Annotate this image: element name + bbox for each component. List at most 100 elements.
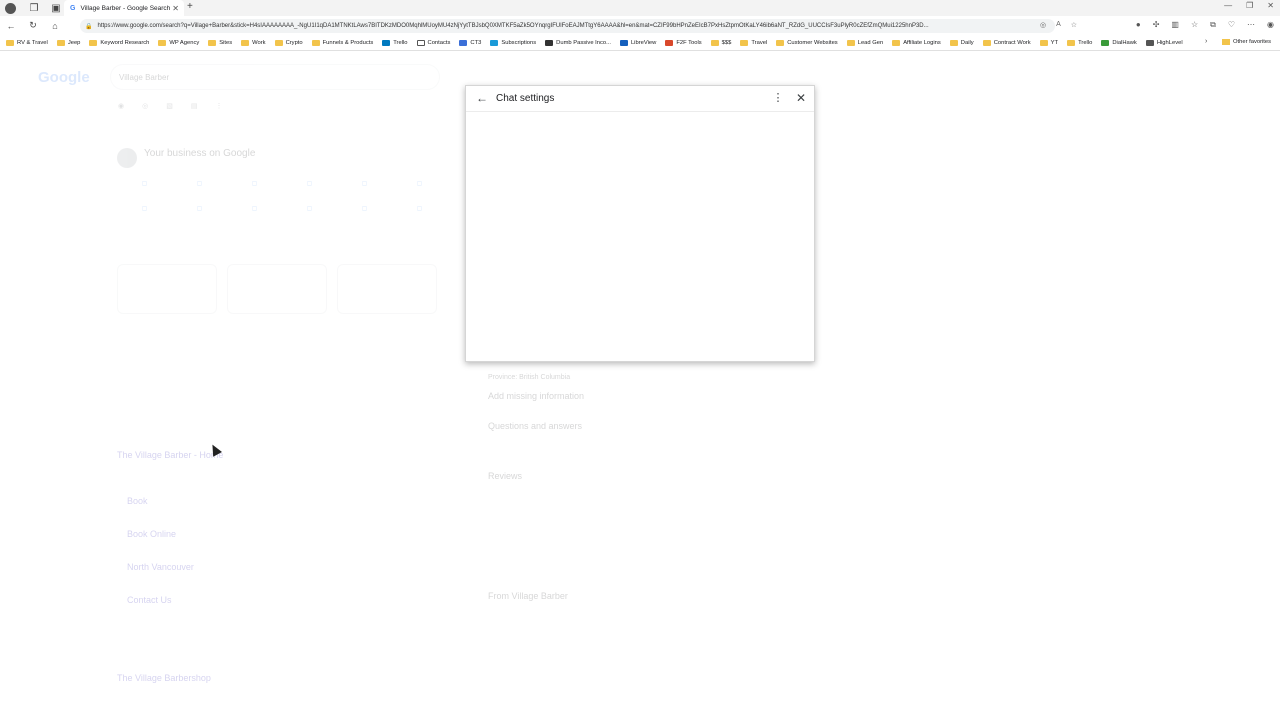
action-icon[interactable]: ▢ xyxy=(227,180,282,187)
sitelink[interactable]: Book Online xyxy=(127,529,176,539)
other-favorites[interactable]: Other favorites xyxy=(1222,39,1271,45)
action-icon[interactable]: ▢ xyxy=(337,205,392,212)
bookmark-item[interactable]: DialHawk xyxy=(1101,39,1137,46)
action-icon[interactable]: ▢ xyxy=(227,205,282,212)
new-tab-icon[interactable]: + xyxy=(187,1,193,12)
location-icon[interactable]: ◎ xyxy=(1040,21,1046,29)
action-icon[interactable]: ▢ xyxy=(392,205,447,212)
bookmark-item[interactable]: Crypto xyxy=(274,39,303,46)
bookmarks-bar: RV & Travel Jeep Keyword Research WP Age… xyxy=(0,35,1280,51)
bookmark-item[interactable]: Subscriptions xyxy=(490,39,536,46)
bookmark-item[interactable]: LibreView xyxy=(619,39,657,46)
favorite-star-icon[interactable]: ☆ xyxy=(1071,21,1077,29)
bookmark-item[interactable]: Travel xyxy=(740,39,767,46)
panel-heading: From Village Barber xyxy=(488,591,568,601)
folder-icon xyxy=(311,39,320,46)
result-title[interactable]: The Village Barbershop xyxy=(117,673,211,683)
bookmark-item[interactable]: WP Agency xyxy=(158,39,200,46)
action-icon[interactable]: ▢ xyxy=(172,180,227,187)
close-window-icon[interactable]: ✕ xyxy=(1267,1,1274,10)
refresh-icon[interactable]: ↻ xyxy=(22,20,44,31)
bookmark-item[interactable]: Customer Websites xyxy=(776,39,838,46)
sitelink[interactable]: North Vancouver xyxy=(127,562,194,572)
extensions-puzzle-icon[interactable]: ✣ xyxy=(1153,20,1160,30)
bookmark-item[interactable]: $$$ xyxy=(710,39,731,46)
sitelink[interactable]: Book xyxy=(127,496,148,506)
favorites-icon[interactable]: ☆ xyxy=(1191,20,1198,30)
copilot-icon[interactable]: ◉ xyxy=(1267,20,1274,30)
bookmark-item[interactable]: RV & Travel xyxy=(6,39,48,46)
action-icon[interactable]: ▢ xyxy=(337,180,392,187)
bookmark-item[interactable]: Daily xyxy=(949,39,974,46)
business-card[interactable] xyxy=(227,264,327,314)
close-icon[interactable]: ✕ xyxy=(794,91,808,105)
google-logo[interactable]: Google xyxy=(38,69,90,86)
folder-icon xyxy=(1067,39,1076,46)
action-icon[interactable]: ▢ xyxy=(282,180,337,187)
tab-all-icon[interactable]: ◉ xyxy=(118,102,124,110)
action-icon[interactable]: ▢ xyxy=(282,205,337,212)
bookmark-item[interactable]: Sites xyxy=(208,39,232,46)
bookmark-item[interactable]: Trello xyxy=(382,39,408,46)
close-tab-icon[interactable]: ✕ xyxy=(172,4,179,13)
dialhawk-icon xyxy=(1101,39,1110,46)
more-vert-icon[interactable]: ⋮ xyxy=(772,91,784,105)
knowledge-panel: Province: British Columbia Add missing i… xyxy=(488,352,703,611)
bookmark-item[interactable]: Trello xyxy=(1067,39,1093,46)
panel-heading[interactable]: Add missing information xyxy=(488,391,703,401)
minimize-icon[interactable]: — xyxy=(1224,1,1232,10)
bookmark-label: YT xyxy=(1050,39,1059,46)
bookmark-item[interactable]: Work xyxy=(241,39,266,46)
url-field[interactable]: 🔒 https://www.google.com/search?q=Villag… xyxy=(80,19,1055,33)
bookmark-item[interactable]: Contacts xyxy=(416,39,450,46)
extension-icon[interactable]: ● xyxy=(1136,20,1141,30)
sitelink[interactable]: Contact Us xyxy=(127,595,172,605)
performance-icon[interactable]: ♡ xyxy=(1228,20,1235,30)
bookmark-item[interactable]: Contract Work xyxy=(982,39,1031,46)
bookmark-label: LibreView xyxy=(630,39,657,46)
bookmark-item[interactable]: Dumb Passive Inco... xyxy=(545,39,611,46)
tab-news-icon[interactable]: ▤ xyxy=(191,102,198,110)
workspaces-icon[interactable]: ❐ xyxy=(26,0,42,16)
maximize-icon[interactable]: ❐ xyxy=(1246,1,1253,10)
business-card[interactable] xyxy=(337,264,437,314)
bookmark-item[interactable]: Jeep xyxy=(56,39,80,46)
action-icon[interactable]: ▢ xyxy=(117,180,172,187)
tab-maps-icon[interactable]: ◎ xyxy=(142,102,148,110)
bookmark-label: Dumb Passive Inco... xyxy=(556,39,611,46)
back-icon[interactable]: ← xyxy=(0,21,22,31)
profile-avatar[interactable] xyxy=(5,2,16,14)
split-screen-icon[interactable]: ▥ xyxy=(1171,20,1179,30)
action-icon[interactable]: ▢ xyxy=(117,205,172,212)
search-input[interactable]: Village Barber xyxy=(110,64,440,90)
action-icon[interactable]: ▢ xyxy=(392,180,447,187)
settings-more-icon[interactable]: ⋯ xyxy=(1247,20,1255,30)
bookmark-label: Trello xyxy=(1078,39,1093,46)
result-title[interactable]: The Village Barber - Home xyxy=(117,450,223,460)
bookmark-label: Daily xyxy=(960,39,974,46)
bookmark-item[interactable]: F2F Tools xyxy=(665,39,702,46)
bookmark-item[interactable]: Keyword Research xyxy=(89,39,149,46)
bookmark-item[interactable]: Funnels & Products xyxy=(311,39,373,46)
more-bookmarks-icon[interactable]: › xyxy=(1205,38,1207,45)
home-icon[interactable]: ⌂ xyxy=(44,21,66,31)
f2f-icon xyxy=(665,39,674,46)
tab-more-icon[interactable]: ⋮ xyxy=(215,102,222,110)
arrow-left-icon[interactable]: ← xyxy=(475,91,489,105)
business-card[interactable] xyxy=(117,264,217,314)
search-tabs: ◉ ◎ ▧ ▤ ⋮ xyxy=(118,102,222,110)
read-aloud-icon[interactable]: A xyxy=(1056,21,1061,29)
tab-village-barber[interactable]: G Village Barber - Google Search ✕ xyxy=(64,0,184,16)
tab-images-icon[interactable]: ▧ xyxy=(166,102,173,110)
collections-icon[interactable]: ⧉ xyxy=(1210,20,1216,30)
address-actions: ◎ A ☆ xyxy=(1040,21,1077,29)
bookmark-item[interactable]: YT xyxy=(1039,39,1059,46)
bookmark-item[interactable]: CT3 xyxy=(459,39,481,46)
tab-actions-icon[interactable]: ▣ xyxy=(48,0,64,16)
bookmark-label: WP Agency xyxy=(169,39,200,46)
bookmark-item[interactable]: Affiliate Logins xyxy=(892,39,941,46)
bookmark-item[interactable]: Lead Gen xyxy=(846,39,883,46)
action-icon[interactable]: ▢ xyxy=(172,205,227,212)
bookmark-item[interactable]: HighLevel xyxy=(1145,39,1183,46)
libreview-icon xyxy=(619,39,628,46)
